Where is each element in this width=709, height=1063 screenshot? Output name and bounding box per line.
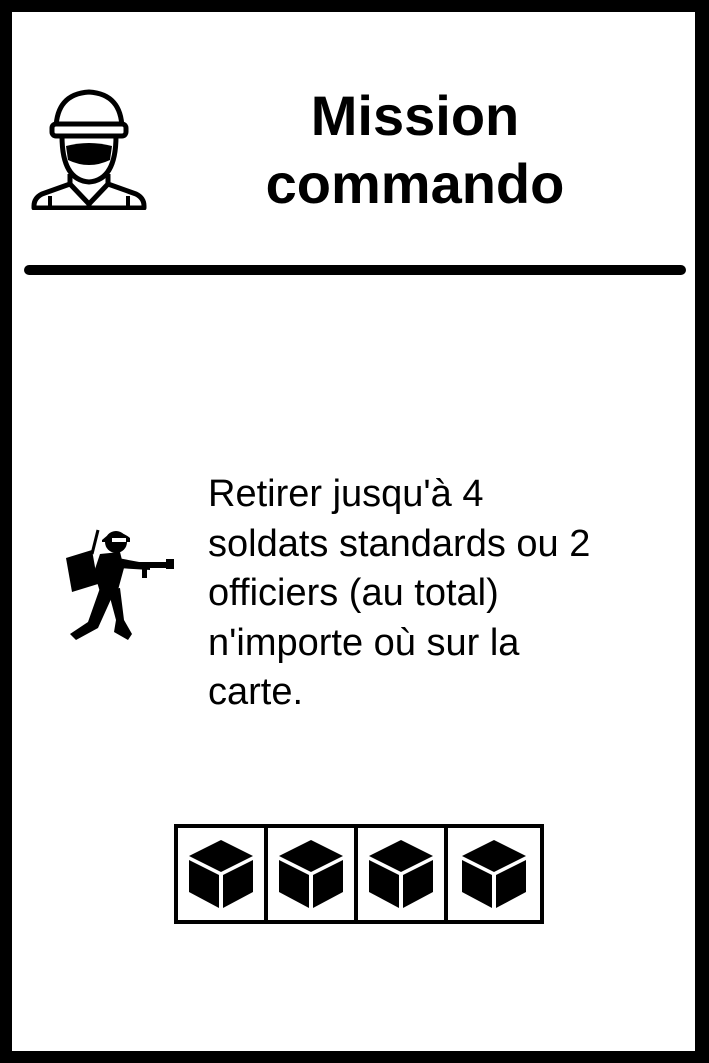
cube-icon: [189, 840, 253, 908]
description-line-1: Retirer jusqu'à 4: [208, 473, 484, 515]
card-title-line-2: commando: [265, 152, 565, 215]
description-line-5: carte.: [208, 671, 304, 713]
description-line-2: soldats standards ou 2: [208, 522, 591, 565]
cube-icon: [279, 840, 343, 908]
cube-icon: [369, 840, 433, 908]
header-divider: [24, 265, 686, 275]
cost-slot: [448, 828, 540, 920]
card-title-line-1: Mission: [310, 84, 520, 147]
description-line-3: officiers (au total): [208, 572, 499, 614]
soldier-helmet-icon: [31, 89, 147, 210]
cube-icon: [462, 840, 526, 908]
cost-slot: [358, 828, 448, 920]
cost-track: [174, 824, 544, 924]
card-title: Mission commando: [210, 82, 620, 218]
cost-slot: [268, 828, 358, 920]
description-line-4: n'importe où sur la: [208, 621, 520, 664]
soldier-gunner-icon: [66, 529, 174, 640]
cost-slot: [178, 828, 268, 920]
card-description: Retirer jusqu'à 4 soldats standards ou 2…: [208, 470, 688, 718]
